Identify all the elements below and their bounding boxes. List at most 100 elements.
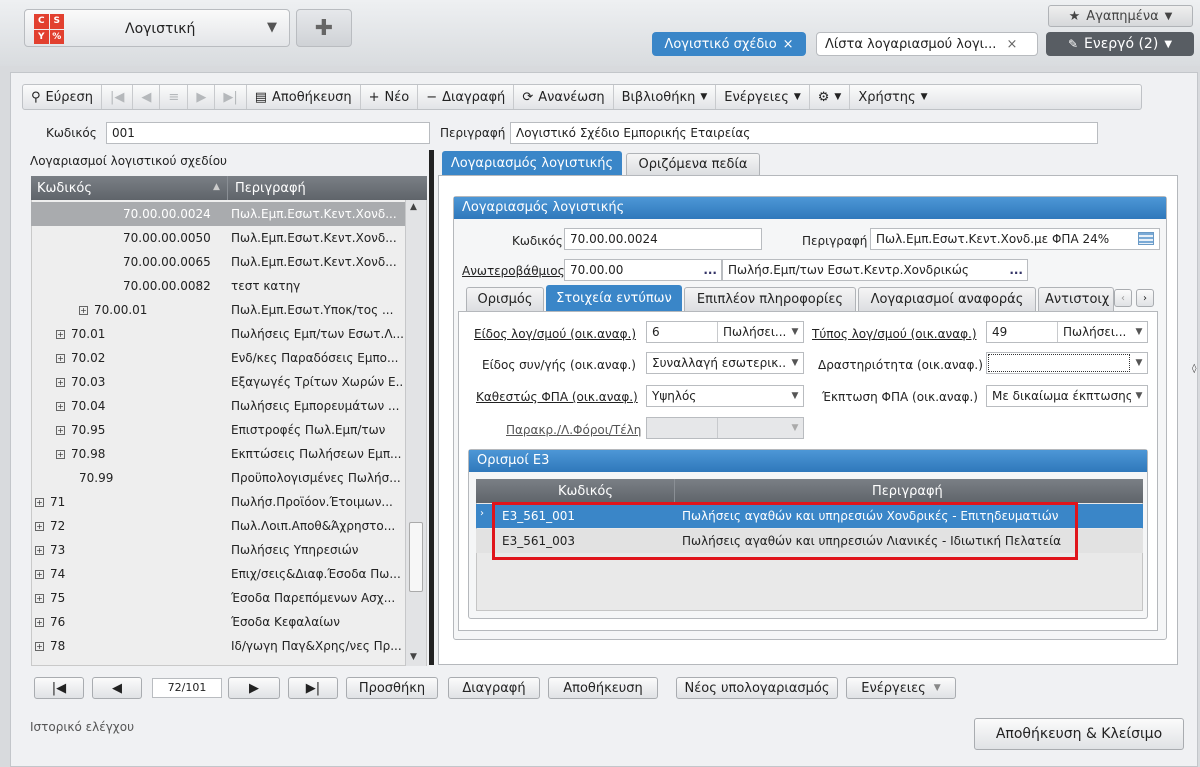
active-windows-button[interactable]: ✎ Ενεργό (2) ▼ [1046,32,1194,56]
next-record-button[interactable]: ▶ [188,85,216,109]
page-position-input[interactable]: 72/101 [152,678,222,698]
column-header-code[interactable]: Κωδικός [558,484,613,499]
save-button[interactable]: ▤ Αποθήκευση [247,85,361,109]
scrollbar-thumb[interactable] [409,522,423,592]
first-record-button[interactable]: |◀ [102,85,134,109]
table-row[interactable]: +71 Πωλήσ.Προϊόον.Έτοιμων... [31,490,406,514]
delete-row-button[interactable]: Διαγραφή [448,677,540,699]
chevron-down-icon: ▼ [1164,38,1173,50]
expand-icon: + [56,330,65,339]
scroll-up-icon[interactable]: ▲ [410,202,417,212]
vat-status-select[interactable]: Υψηλός ▼ [646,385,804,407]
account-code-input[interactable]: 70.00.00.0024 [564,228,762,250]
open-tab-chart-of-accounts[interactable]: Λογιστικό σχέδιο × [652,32,806,56]
new-subaccount-button[interactable]: Νέος υπολογαριασμός [676,677,838,699]
subtab-mappings[interactable]: Αντιστοιχ [1038,287,1114,311]
account-code-label: Κωδικός [512,234,563,248]
table-row[interactable]: +78 Ιδ/γωγη Παγ&Χρης/νες Πρ... [31,634,406,658]
parent-code-lookup[interactable]: 70.00.00... [564,259,722,281]
chevron-down-icon: ▼ [1164,10,1173,22]
vat-deduction-select[interactable]: Με δικαίωμα έκπτωσης ▼ [986,385,1148,407]
table-row[interactable]: +72 Πωλ.Λοιπ.Αποθ&Άχρηστο... [31,514,406,538]
puzzle-icon[interactable]: ✚ [296,9,352,47]
table-row[interactable]: +70.00.01 Πωλ.Εμπ.Εσωτ.Υποκ/τος ... [31,298,406,322]
activity-select[interactable]: ▼ [986,352,1148,374]
scroll-down-icon[interactable]: ▼ [410,652,417,662]
description-input[interactable]: Λογιστικό Σχέδιο Εμπορικής Εταιρείας [510,122,1098,144]
column-header-description[interactable]: Περιγραφή [872,484,943,499]
parent-account-label[interactable]: Ανωτεροβάθμιος [462,264,565,278]
minus-icon: − [426,89,438,105]
account-type-select[interactable]: 49 Πωλήσει... ▼ [986,321,1148,343]
table-row[interactable]: +75 Έσοδα Παρεπόμενων Ασχ... [31,586,406,610]
user-button[interactable]: Χρήστης ▼ [850,85,935,109]
table-row[interactable]: 70.99 Προϋπολογισμένες Πωλήσ... [31,466,406,490]
column-header-description[interactable]: Περιγραφή [235,181,306,196]
subtab-reference-accounts[interactable]: Λογαριασμοί αναφοράς [858,287,1036,311]
parent-desc-lookup[interactable]: Πωλήσ.Εμπ/των Εσωτ.Κεντρ.Χονδρικώς... [722,259,1028,281]
next-page-button[interactable]: ▶ [228,677,280,699]
settings-button[interactable]: ⚙ ▼ [810,85,851,109]
e3-section-title: Ορισμοί Ε3 [469,450,1147,472]
library-button[interactable]: Βιβλιοθήκη ▼ [614,85,717,109]
tab-accounting-account[interactable]: Λογαριασμός λογιστικής [442,151,622,175]
open-tab-label: Λίστα λογαριασμού λογι... [825,36,997,52]
first-page-button[interactable]: |◀ [34,677,84,699]
pager-actions-button[interactable]: Ενέργειες ▼ [846,677,956,699]
plus-icon: + [368,89,380,105]
table-row[interactable]: +70.02 Ενδ/κες Παραδόσεις Εμπο... [31,346,406,370]
table-row[interactable]: +70.01 Πωλήσεις Εμπ/των Εσωτ.Λ... [31,322,406,346]
table-row[interactable]: +73 Πωλήσεις Υπηρεσιών [31,538,406,562]
find-button[interactable]: ⚲ Εύρεση [23,85,103,109]
table-row[interactable]: +74 Επιχ/σεις&Διαφ.Έσοδα Πω... [31,562,406,586]
open-tab-accounts-list[interactable]: Λίστα λογαριασμού λογι... × [816,32,1038,56]
expand-icon: + [79,306,88,315]
resize-handle-icon[interactable]: ◊ [1192,364,1196,374]
activity-label: Δραστηριότητα (οικ.αναφ.) [818,358,983,372]
table-row[interactable]: +70.04 Πωλήσεις Εμπορευμάτων ... [31,394,406,418]
code-input[interactable]: 001 [106,122,430,144]
table-row[interactable]: +76 Έσοδα Κεφαλαίων [31,610,406,634]
panel-splitter[interactable] [429,150,434,665]
expand-icon: + [35,498,44,507]
vat-status-label[interactable]: Καθεστώς ΦΠΑ (οικ.αναφ.) [476,390,638,404]
withholding-taxes-label[interactable]: Παρακρ./Λ.Φόροι/Τέλη [506,423,641,437]
last-record-button[interactable]: ▶| [215,85,247,109]
delete-button[interactable]: − Διαγραφή [418,85,515,109]
transaction-kind-select[interactable]: Συναλλαγή εσωτερικ... ▼ [646,352,804,374]
account-kind-select[interactable]: 6 Πωλήσει... ▼ [646,321,804,343]
close-icon[interactable]: × [1006,37,1017,52]
prev-page-button[interactable]: ◀ [92,677,142,699]
accounts-grid-scrollbar[interactable]: ▲ ▼ [405,200,426,666]
table-row[interactable]: 70.00.00.0082 τεστ κατηγ [31,274,406,298]
translate-icon[interactable] [1138,232,1154,245]
table-row[interactable]: 70.00.00.0024 Πωλ.Εμπ.Εσωτ.Κεντ.Χονδ... [31,202,406,226]
table-row[interactable]: 70.00.00.0050 Πωλ.Εμπ.Εσωτ.Κεντ.Χονδ... [31,226,406,250]
subtab-extra-info[interactable]: Επιπλέον πληροφορίες [684,287,856,311]
save-row-button[interactable]: Αποθήκευση [548,677,658,699]
scroll-tabs-right-button[interactable]: › [1136,289,1154,307]
refresh-button[interactable]: ⟳ Ανανέωση [514,85,614,109]
account-desc-input[interactable]: Πωλ.Εμπ.Εσωτ.Κεντ.Χονδ.με ΦΠΑ 24% [870,228,1160,250]
column-header-code[interactable]: Κωδικός [37,181,92,196]
add-button[interactable]: Προσθήκη [346,677,438,699]
favorites-button[interactable]: ★ Αγαπημένα ▼ [1048,5,1193,27]
save-close-button[interactable]: Αποθήκευση & Κλείσιμο [974,718,1184,750]
last-page-button[interactable]: ▶| [288,677,338,699]
prev-record-button[interactable]: ◀ [133,85,161,109]
subtab-definition[interactable]: Ορισμός [466,287,544,311]
tab-custom-fields[interactable]: Οριζόμενα πεδία [626,153,760,175]
subtab-form-details[interactable]: Στοιχεία εντύπων [546,285,682,311]
table-row[interactable]: +70.03 Εξαγωγές Τρίτων Χωρών Ε... [31,370,406,394]
close-icon[interactable]: × [783,37,794,52]
table-row[interactable]: +70.95 Επιστροφές Πωλ.Εμπ/των [31,418,406,442]
table-row[interactable]: 70.00.00.0065 Πωλ.Εμπ.Εσωτ.Κεντ.Χονδ... [31,250,406,274]
account-kind-label[interactable]: Είδος λογ/σμού (οικ.αναφ.) [474,327,636,341]
table-row[interactable]: +70.98 Εκπτώσεις Πωλήσεων Εμπ... [31,442,406,466]
audit-history-link[interactable]: Ιστορικό ελέγχου [30,720,134,734]
new-button[interactable]: + Νέο [361,85,419,109]
account-type-label[interactable]: Τύπος λογ/σμού (οικ.αναφ.) [812,327,977,341]
list-icon[interactable]: ≡ [160,85,189,109]
actions-button[interactable]: Ενέργειες ▼ [716,85,810,109]
scroll-tabs-left-button[interactable]: ‹ [1114,289,1132,307]
